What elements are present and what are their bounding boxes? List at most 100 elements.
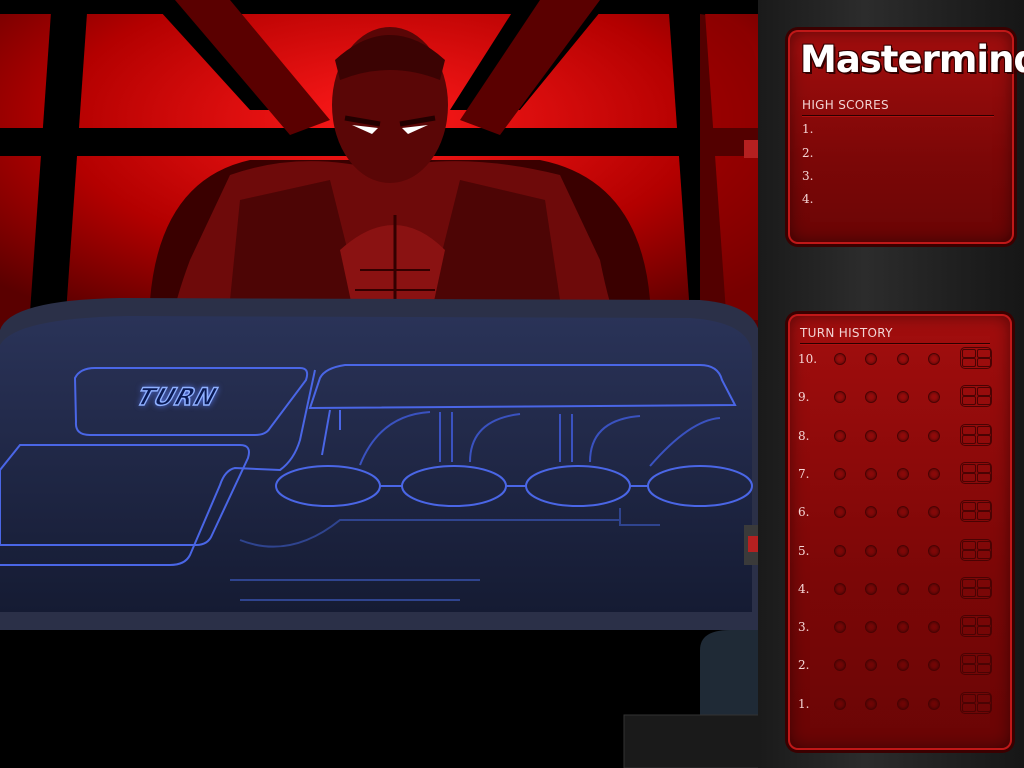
feedback-peg-slot <box>977 472 991 482</box>
empty-peg-hole-icon <box>928 391 940 404</box>
turn-number: 1. <box>798 696 810 711</box>
empty-peg-hole-icon <box>897 659 909 672</box>
empty-peg-hole-icon <box>834 621 846 634</box>
feedback-peg-slot <box>977 511 991 521</box>
feedback-peg-slot <box>977 387 991 397</box>
empty-peg-hole-icon <box>928 544 940 557</box>
empty-peg-hole-icon <box>865 467 877 480</box>
empty-peg-hole-icon <box>897 621 909 634</box>
turn-history-row: 7. <box>788 461 1012 485</box>
feedback-peg-slot <box>962 549 976 559</box>
feedback-grid-icon <box>960 385 992 408</box>
empty-peg-hole-icon <box>865 353 877 365</box>
turn-history-row: 6. <box>788 500 1012 523</box>
feedback-peg-slot <box>977 463 991 473</box>
feedback-peg-slot <box>962 702 976 712</box>
feedback-peg-slot <box>962 434 976 444</box>
empty-peg-hole-icon <box>834 467 846 480</box>
empty-peg-hole-icon <box>897 391 909 404</box>
feedback-peg-slot <box>962 693 976 703</box>
empty-peg-hole-icon <box>897 506 909 519</box>
empty-peg-hole-icon <box>834 353 846 365</box>
empty-peg-hole-icon <box>865 697 877 710</box>
empty-peg-hole-icon <box>865 391 877 404</box>
turn-history-row: 2. <box>788 653 1012 676</box>
high-score-entry: 3. <box>802 169 814 183</box>
feedback-peg-slot <box>977 578 991 588</box>
turn-history-row: 5. <box>788 538 1012 562</box>
empty-peg-hole-icon <box>834 544 846 557</box>
empty-peg-hole-icon <box>865 506 877 519</box>
turn-history-row: 4. <box>788 576 1012 600</box>
turn-number: 8. <box>798 428 810 443</box>
turn-history-row: 1. <box>788 691 1012 715</box>
game-logo: Mastermind <box>800 38 1024 81</box>
feedback-peg-slot <box>977 358 991 367</box>
feedback-peg-slot <box>962 358 976 367</box>
game-screen: TURN Mastermind HIGH SCORES 1. 2. 3. 4. … <box>0 0 1024 768</box>
feedback-peg-slot <box>977 702 991 712</box>
turn-label: TURN <box>133 382 222 412</box>
feedback-peg-slot <box>962 425 976 435</box>
empty-peg-hole-icon <box>834 659 846 672</box>
turn-history-row: 10. <box>788 347 1012 370</box>
high-scores-divider <box>802 115 994 116</box>
turn-number: 4. <box>798 581 810 596</box>
feedback-peg-slot <box>977 502 991 512</box>
feedback-peg-slot <box>962 502 976 512</box>
feedback-peg-slot <box>962 349 976 358</box>
high-scores-panel: Mastermind HIGH SCORES 1. 2. 3. 4. <box>788 30 1024 244</box>
feedback-grid-icon <box>960 347 992 369</box>
feedback-peg-slot <box>962 472 976 482</box>
feedback-peg-slot <box>977 664 991 674</box>
empty-peg-hole-icon <box>834 697 846 710</box>
empty-peg-hole-icon <box>897 467 909 480</box>
feedback-peg-slot <box>962 626 976 636</box>
empty-peg-hole-icon <box>834 429 846 442</box>
machine-base <box>623 714 765 768</box>
empty-peg-hole-icon <box>865 621 877 634</box>
empty-peg-hole-icon <box>928 659 940 672</box>
feedback-grid-icon <box>960 538 992 561</box>
feedback-peg-slot <box>962 587 976 597</box>
empty-peg-hole-icon <box>928 621 940 634</box>
feedback-grid-icon <box>960 653 992 676</box>
empty-peg-hole-icon <box>897 429 909 442</box>
feedback-peg-slot <box>962 540 976 550</box>
feedback-peg-slot <box>977 349 991 358</box>
feedback-peg-slot <box>962 617 976 627</box>
feedback-grid-icon <box>960 500 992 523</box>
turn-number: 10. <box>798 352 818 366</box>
turn-number: 9. <box>798 390 810 405</box>
feedback-grid-icon <box>960 576 992 599</box>
empty-peg-hole-icon <box>928 582 940 595</box>
turn-history-divider <box>800 343 990 344</box>
feedback-peg-slot <box>977 425 991 435</box>
high-score-entry: 2. <box>802 146 814 160</box>
feedback-peg-slot <box>962 578 976 588</box>
empty-peg-hole-icon <box>865 582 877 595</box>
feedback-peg-slot <box>977 540 991 550</box>
turn-number: 5. <box>798 543 810 558</box>
turn-number: 2. <box>798 658 810 673</box>
table-top <box>0 316 752 612</box>
feedback-grid-icon <box>960 423 992 446</box>
feedback-peg-slot <box>977 587 991 597</box>
high-score-entry: 1. <box>802 122 814 136</box>
feedback-peg-slot <box>977 549 991 559</box>
hose <box>700 630 760 720</box>
high-scores-title: HIGH SCORES <box>802 98 889 112</box>
feedback-peg-slot <box>962 655 976 665</box>
feedback-grid-icon <box>960 691 992 714</box>
feedback-peg-slot <box>962 387 976 397</box>
feedback-peg-slot <box>977 693 991 703</box>
turn-number: 6. <box>798 505 810 520</box>
empty-peg-hole-icon <box>928 506 940 519</box>
turn-history-row: 3. <box>788 615 1012 638</box>
feedback-peg-slot <box>962 463 976 473</box>
empty-peg-hole-icon <box>897 353 909 365</box>
feedback-grid-icon <box>960 461 992 484</box>
empty-peg-hole-icon <box>865 659 877 672</box>
empty-peg-hole-icon <box>897 544 909 557</box>
feedback-peg-slot <box>977 655 991 665</box>
